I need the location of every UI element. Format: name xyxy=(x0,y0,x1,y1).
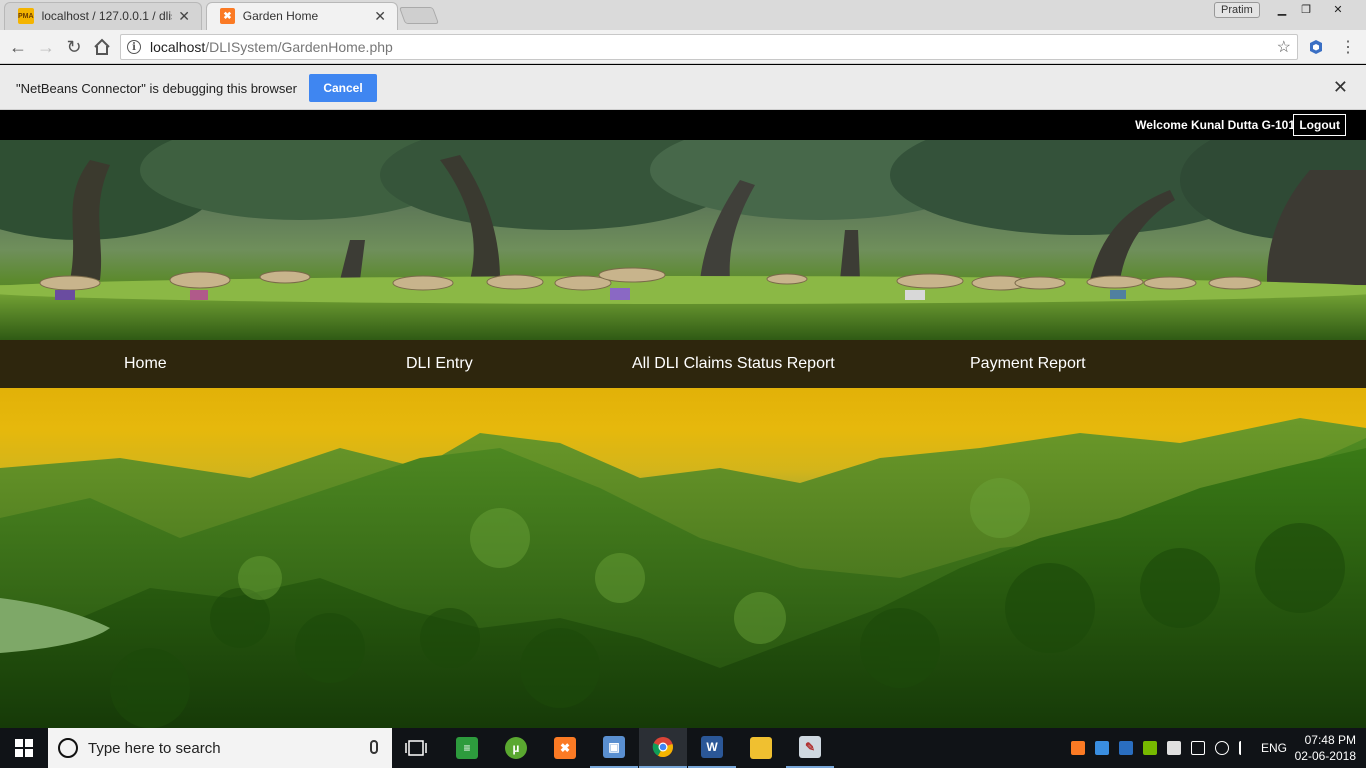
debugging-infobar: "NetBeans Connector" is debugging this b… xyxy=(0,65,1366,110)
restore-icon[interactable]: ❐ xyxy=(1294,2,1318,16)
cortana-icon xyxy=(58,738,78,758)
word-icon: W xyxy=(701,736,723,758)
infobar-message: "NetBeans Connector" is debugging this b… xyxy=(16,81,297,96)
info-icon[interactable]: i xyxy=(127,40,141,54)
cancel-button[interactable]: Cancel xyxy=(309,74,377,102)
nav-payment-report[interactable]: Payment Report xyxy=(970,355,1086,373)
url-host: localhost xyxy=(150,39,206,55)
windows-icon xyxy=(15,739,33,757)
chrome-icon xyxy=(652,737,673,758)
taskbar-notepad[interactable]: ≡ xyxy=(443,728,491,768)
extension-icon[interactable] xyxy=(1304,35,1328,59)
xampp-icon: ✖ xyxy=(220,8,235,24)
close-icon[interactable]: ✕ xyxy=(178,8,190,25)
taskbar-word[interactable]: W xyxy=(688,728,736,768)
nav-claims-status-report[interactable]: All DLI Claims Status Report xyxy=(632,355,835,373)
tab-strip: PMA localhost / 127.0.0.1 / dlis ✕ ✖ Gar… xyxy=(0,0,1366,30)
logout-button[interactable]: Logout xyxy=(1293,114,1346,136)
nav-dli-entry[interactable]: DLI Entry xyxy=(406,355,473,373)
phpmyadmin-icon: PMA xyxy=(18,8,34,24)
task-view-icon xyxy=(405,740,427,756)
taskbar-chrome[interactable] xyxy=(639,728,687,768)
paint-icon: ✎ xyxy=(799,736,821,758)
home-icon[interactable] xyxy=(90,35,114,59)
microphone-icon[interactable] xyxy=(370,740,378,754)
tab-title: localhost / 127.0.0.1 / dlis xyxy=(41,9,173,23)
page-content: Welcome Kunal Dutta G-101 Logout Home DL… xyxy=(0,110,1366,728)
bookmark-star-icon[interactable]: ☆ xyxy=(1277,37,1291,57)
tab-title: Garden Home xyxy=(242,9,319,23)
start-button[interactable] xyxy=(0,728,48,768)
folder-icon xyxy=(750,737,772,759)
taskbar-search[interactable]: Type here to search xyxy=(48,728,392,768)
menu-icon[interactable]: ⋮ xyxy=(1336,35,1360,59)
search-placeholder: Type here to search xyxy=(88,739,221,757)
app-tray-icon[interactable] xyxy=(1119,741,1133,755)
task-view-button[interactable] xyxy=(392,728,440,768)
close-window-icon[interactable]: ✕ xyxy=(1326,2,1350,16)
main-nav: Home DLI Entry All DLI Claims Status Rep… xyxy=(0,340,1366,388)
clock-date: 02-06-2018 xyxy=(1294,749,1356,763)
user-bar: Welcome Kunal Dutta G-101 Logout xyxy=(0,110,1366,140)
hills-hero-image xyxy=(0,388,1366,728)
address-bar[interactable]: i localhost/DLISystem/GardenHome.php ☆ xyxy=(120,34,1298,60)
network-drive-icon[interactable] xyxy=(1095,741,1109,755)
tea-garden-banner xyxy=(0,140,1366,340)
system-tray xyxy=(1066,728,1258,768)
xampp-tray-icon[interactable] xyxy=(1071,741,1085,755)
utorrent-icon: µ xyxy=(505,737,527,759)
xampp-icon: ✖ xyxy=(554,737,576,759)
back-icon[interactable]: ← xyxy=(6,35,30,59)
battery-icon[interactable] xyxy=(1191,741,1205,755)
forward-icon[interactable]: → xyxy=(34,35,58,59)
nvidia-icon[interactable] xyxy=(1143,741,1157,755)
welcome-text: Welcome Kunal Dutta G-101 xyxy=(1135,118,1295,132)
security-icon[interactable] xyxy=(1167,741,1181,755)
nav-home[interactable]: Home xyxy=(124,355,167,373)
taskbar-xampp[interactable]: ✖ xyxy=(541,728,589,768)
language-indicator[interactable]: ENG xyxy=(1261,741,1287,755)
taskbar-file-explorer[interactable] xyxy=(737,728,785,768)
volume-icon[interactable] xyxy=(1239,741,1253,755)
taskbar-utorrent[interactable]: µ xyxy=(492,728,540,768)
notepad-icon: ≡ xyxy=(456,737,478,759)
reload-icon[interactable]: ↻ xyxy=(62,35,86,59)
new-tab-button[interactable] xyxy=(398,7,440,24)
clock-time: 07:48 PM xyxy=(1304,733,1356,747)
minimize-icon[interactable]: ▁ xyxy=(1270,2,1294,16)
close-icon[interactable]: ✕ xyxy=(1333,77,1348,98)
url-path: /DLISystem/GardenHome.php xyxy=(205,39,393,55)
windows-taskbar: Type here to search ≡ µ ✖ ▣ W ✎ ENG 07:4… xyxy=(0,728,1366,768)
network-icon[interactable] xyxy=(1215,741,1229,755)
clock[interactable]: 07:48 PM 02-06-2018 xyxy=(1295,732,1356,764)
tab-phpmyadmin[interactable]: PMA localhost / 127.0.0.1 / dlis ✕ xyxy=(4,2,202,30)
tab-garden-home[interactable]: ✖ Garden Home ✕ xyxy=(206,2,398,30)
taskbar-paint[interactable]: ✎ xyxy=(786,728,834,768)
browser-toolbar: ← → ↻ i localhost/DLISystem/GardenHome.p… xyxy=(0,30,1366,64)
profile-button[interactable]: Pratim xyxy=(1214,2,1260,18)
taskbar-virtualbox[interactable]: ▣ xyxy=(590,728,638,768)
box-icon: ▣ xyxy=(603,736,625,758)
close-icon[interactable]: ✕ xyxy=(374,8,386,25)
